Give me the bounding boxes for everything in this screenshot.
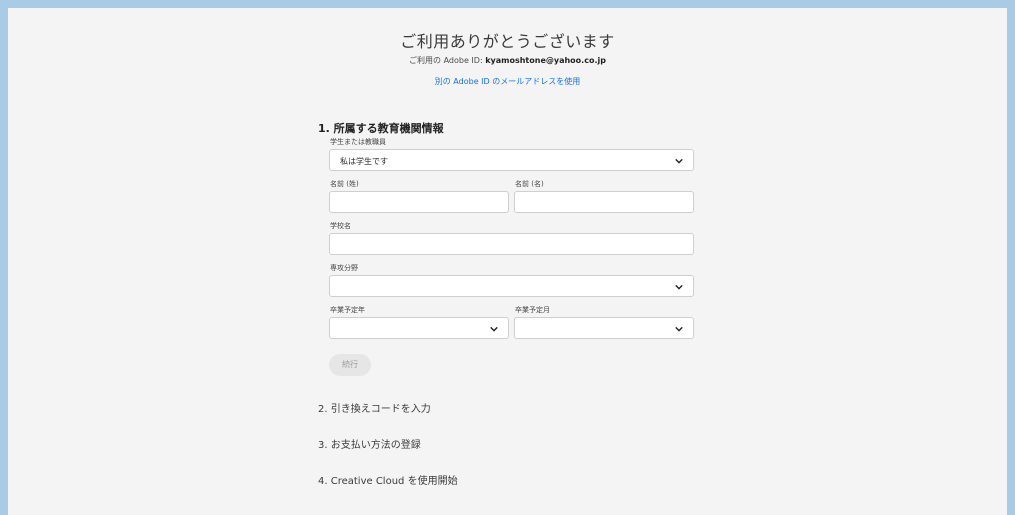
grad-year-select[interactable] (329, 317, 509, 339)
major-select[interactable] (329, 275, 694, 297)
adobe-id-line: ご利用の Adobe ID: kyamoshtone@yahoo.co.jp (8, 55, 1007, 66)
first-name-input[interactable] (514, 191, 694, 213)
chevron-down-icon (675, 283, 683, 291)
grad-year-label: 卒業予定年 (330, 306, 365, 314)
major-label: 専攻分野 (330, 264, 358, 272)
school-label: 学校名 (330, 222, 351, 230)
chevron-down-icon (675, 157, 683, 165)
first-name-label: 名前 (名) (515, 180, 544, 188)
use-other-adobe-id-link[interactable]: 別の Adobe ID のメールアドレスを使用 (8, 76, 1007, 87)
adobe-id-label: ご利用の Adobe ID: (409, 56, 483, 65)
section-title-education: 1. 所属する教育機関情報 (318, 122, 444, 135)
grad-month-label: 卒業予定月 (515, 306, 550, 314)
role-label: 学生または教職員 (330, 138, 386, 146)
role-select-value: 私は学生です (340, 157, 388, 166)
last-name-input[interactable] (329, 191, 509, 213)
role-select[interactable]: 私は学生です (329, 149, 694, 171)
adobe-id-email: kyamoshtone@yahoo.co.jp (485, 56, 606, 65)
last-name-label: 名前 (姓) (330, 180, 359, 188)
step-payment-method[interactable]: 3. お支払い方法の登録 (318, 436, 421, 451)
grad-month-select[interactable] (514, 317, 694, 339)
continue-button[interactable]: 続行 (329, 354, 371, 376)
school-input[interactable] (329, 233, 694, 255)
chevron-down-icon (490, 325, 498, 333)
step-redeem-code[interactable]: 2. 引き換えコードを入力 (318, 400, 431, 415)
main-panel: ご利用ありがとうございます ご利用の Adobe ID: kyamoshtone… (8, 8, 1007, 515)
chevron-down-icon (675, 325, 683, 333)
page-title: ご利用ありがとうございます (400, 32, 615, 51)
step-start-creative-cloud[interactable]: 4. Creative Cloud を使用開始 (318, 472, 458, 487)
